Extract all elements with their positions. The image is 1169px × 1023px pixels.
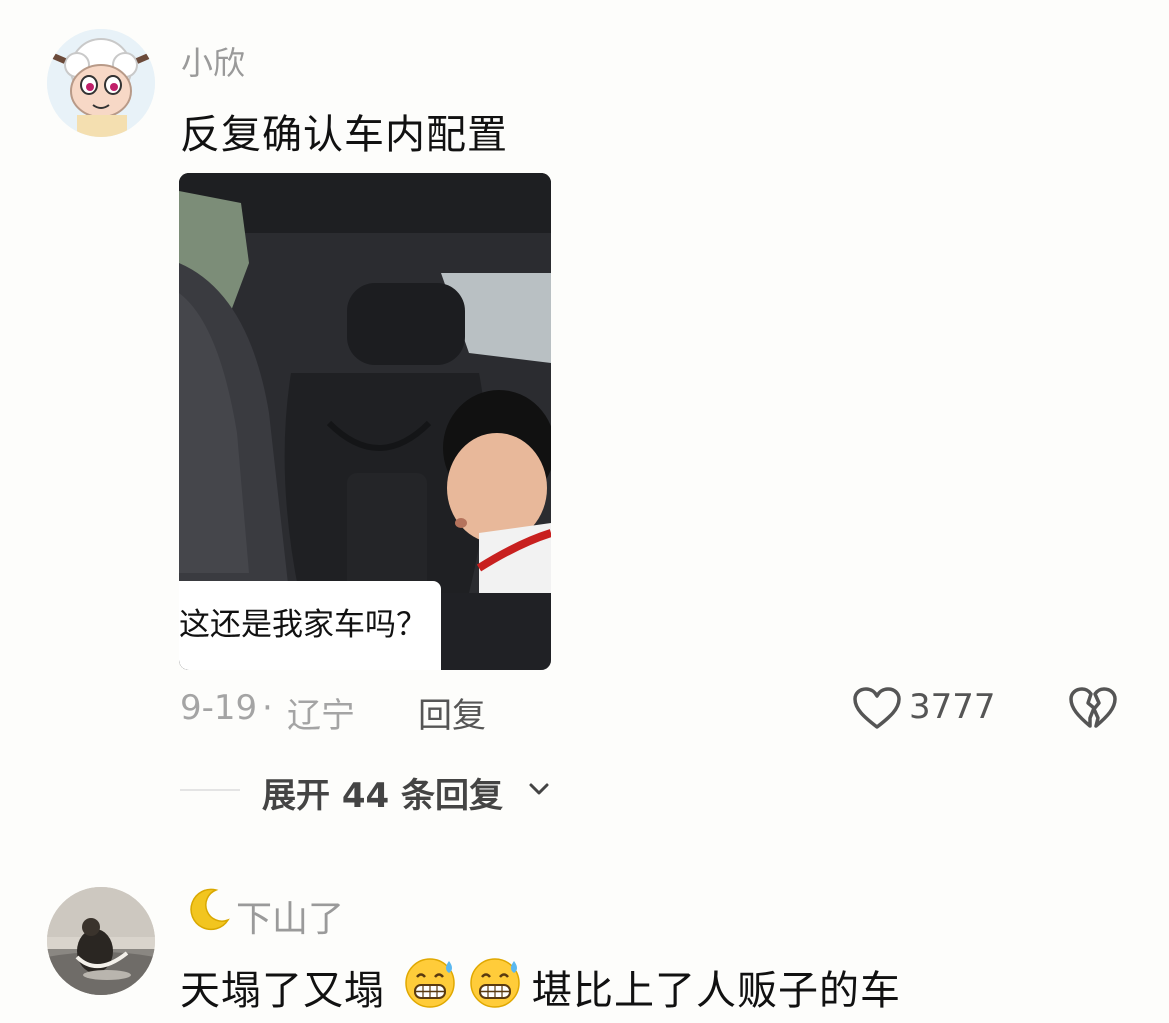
avatar[interactable] xyxy=(47,29,155,137)
meta-separator: · xyxy=(262,688,273,728)
comment-text: 天塌了又塌 xyxy=(180,968,385,1014)
comment-text: 反复确认车内配置 xyxy=(180,112,508,158)
divider xyxy=(180,789,240,791)
broken-heart-icon[interactable] xyxy=(1068,686,1118,730)
crescent-moon-icon xyxy=(186,886,232,932)
video-caption: 这还是我家车吗？ xyxy=(179,581,441,670)
username[interactable]: 小欣 xyxy=(181,38,245,84)
comment-location: 辽宁 xyxy=(287,696,355,736)
avatar[interactable] xyxy=(47,887,155,995)
heart-outline-icon[interactable] xyxy=(852,686,902,730)
expand-replies-button[interactable]: 展开 44 条回复 xyxy=(262,768,503,817)
video-thumbnail[interactable]: 这还是我家车吗？ xyxy=(179,173,551,670)
username[interactable]: 下山了 xyxy=(236,890,344,942)
reply-button[interactable]: 回复 xyxy=(418,688,486,737)
comment-date: 9-19 xyxy=(180,688,258,728)
like-count: 3777 xyxy=(909,687,996,727)
comment-text: 堪比上了人贩子的车 xyxy=(532,968,901,1014)
chevron-down-icon[interactable] xyxy=(528,778,550,800)
grimacing-sweat-emoji xyxy=(468,955,523,1010)
grimacing-sweat-emoji xyxy=(403,955,458,1010)
